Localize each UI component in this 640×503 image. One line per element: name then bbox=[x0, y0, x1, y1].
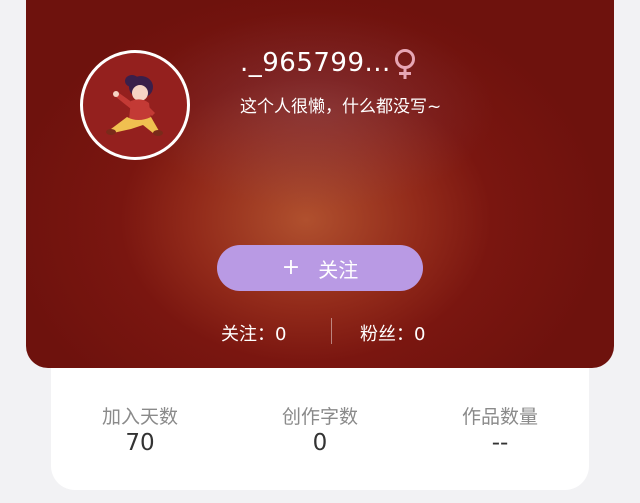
stat-value: 0 bbox=[312, 430, 328, 456]
stat-label: 加入天数 bbox=[101, 406, 178, 428]
bio-text: 这个人很懒，什么都没写~ bbox=[240, 97, 442, 117]
stat-join-days: 加入天数 70 bbox=[60, 402, 220, 456]
stat-works-count: 作品数量 -- bbox=[420, 402, 580, 456]
follow-button-label: 关注 bbox=[318, 257, 359, 282]
fans-count[interactable]: 粉丝：0 bbox=[360, 320, 425, 346]
female-symbol-icon bbox=[392, 48, 418, 80]
follow-counts: 关注：0 粉丝：0 bbox=[26, 318, 614, 346]
plus-icon: + bbox=[281, 255, 301, 280]
follow-button[interactable]: + 关注 bbox=[217, 245, 423, 291]
stat-label: 创作字数 bbox=[281, 406, 358, 428]
stat-word-count: 创作字数 0 bbox=[240, 402, 400, 456]
stat-value: 70 bbox=[125, 430, 155, 456]
profile-page: ._965799... 这个人很懒，什么都没写~ + 关注 关注：0 粉丝：0 … bbox=[0, 0, 640, 503]
avatar[interactable] bbox=[80, 50, 190, 160]
counts-divider bbox=[331, 318, 332, 344]
profile-header-card: ._965799... 这个人很懒，什么都没写~ + 关注 关注：0 粉丝：0 bbox=[26, 0, 614, 368]
username: ._965799... bbox=[240, 48, 391, 78]
stat-label: 作品数量 bbox=[461, 406, 538, 428]
stat-value: -- bbox=[491, 430, 509, 456]
following-count[interactable]: 关注：0 bbox=[221, 320, 286, 346]
